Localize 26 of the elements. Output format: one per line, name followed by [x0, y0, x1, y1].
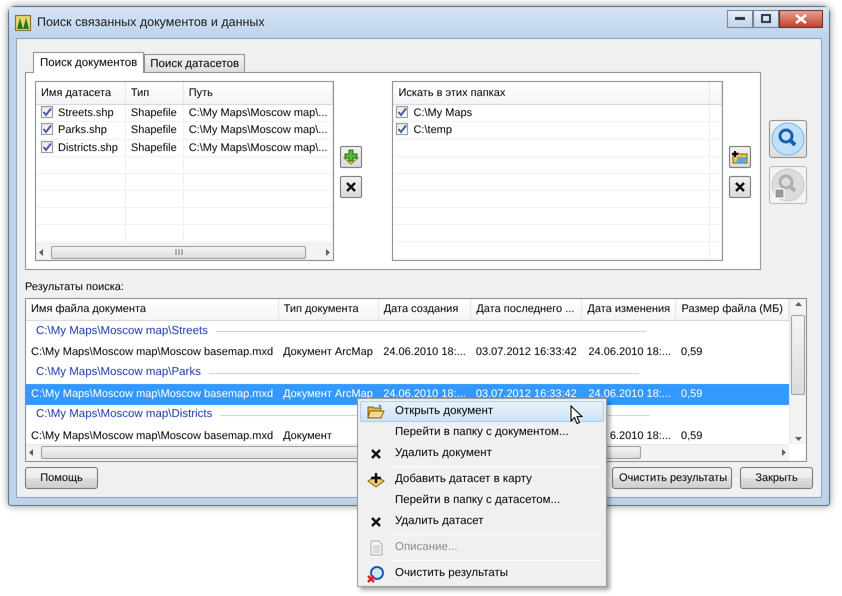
- dataset-path: C:\My Maps\Moscow map\...: [183, 139, 333, 156]
- dataset-name: Streets.shp: [58, 106, 114, 118]
- folder-path: C:\My Maps: [413, 106, 472, 118]
- table-cell: 24.06.2010 18:...: [588, 346, 671, 358]
- dataset-name: Districts.shp: [58, 142, 118, 154]
- table-cell: Документ: [283, 430, 332, 442]
- dataset-path: C:\My Maps\Moscow map\...: [183, 104, 333, 122]
- table-cell: 0,59: [680, 388, 702, 400]
- table-cell: 24.06.2010 18:...: [588, 388, 671, 400]
- dataset-type: Shapefile: [125, 104, 184, 122]
- table-cell: 6.2010 18:...: [610, 430, 671, 442]
- table-cell: 0,59: [680, 430, 702, 442]
- dataset-type: Shapefile: [125, 139, 184, 156]
- table-cell: Документ ArcMap: [283, 346, 373, 358]
- table-cell: Документ ArcMap: [283, 388, 373, 400]
- dataset-type: Shapefile: [125, 122, 184, 139]
- table-cell: 24.06.2010 18:...: [383, 346, 466, 358]
- table-cell: 03.07.2012 16:33:42: [476, 346, 577, 358]
- table-cell: 0,59: [680, 346, 702, 358]
- results-label: Результаты поиска:: [25, 280, 125, 295]
- dataset-path: C:\My Maps\Moscow map\...: [183, 122, 333, 139]
- dataset-name: Parks.shp: [58, 124, 107, 136]
- folder-path: C:\temp: [413, 124, 452, 136]
- table-cell: 24.06.2010 18:...: [383, 388, 466, 400]
- table-cell: 03.07.2012 16:33:42: [476, 388, 577, 400]
- window-title: Поиск связанных документов и данных: [37, 14, 265, 32]
